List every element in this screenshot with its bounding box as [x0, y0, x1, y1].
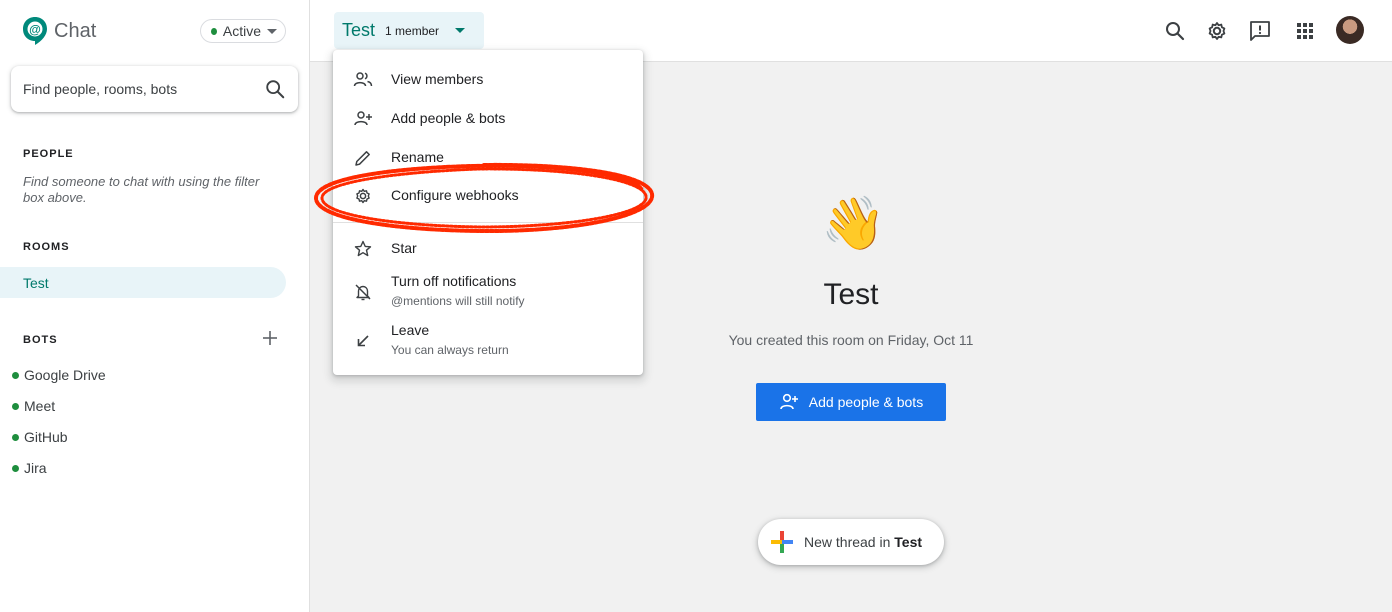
- status-selector[interactable]: Active: [200, 19, 286, 43]
- room-item-label: Test: [23, 274, 49, 291]
- people-hint: Find someone to chat with using the filt…: [23, 174, 260, 205]
- bot-item-github[interactable]: GitHub: [12, 429, 68, 445]
- menu-item-sublabel: @mentions will still notify: [391, 294, 525, 308]
- search-icon[interactable]: [1163, 19, 1187, 43]
- gear-icon[interactable]: [1205, 19, 1229, 43]
- online-dot: [12, 464, 19, 472]
- bot-item-jira[interactable]: Jira: [12, 460, 47, 476]
- star-icon: [354, 240, 372, 257]
- add-people-bots-label: Add people & bots: [808, 394, 924, 410]
- people-icon: [353, 72, 373, 87]
- colorful-plus-icon: [771, 531, 793, 553]
- online-dot: [12, 402, 19, 410]
- menu-item-sublabel: You can always return: [391, 343, 509, 357]
- search-icon[interactable]: [264, 78, 286, 100]
- bot-item-google-drive[interactable]: Google Drive: [12, 367, 106, 383]
- apps-grid-icon[interactable]: [1293, 19, 1317, 43]
- room-item-test[interactable]: Test: [0, 267, 286, 298]
- arrow-down-left-icon: [357, 335, 369, 347]
- menu-item-configure-webhooks[interactable]: Configure webhooks: [333, 184, 643, 208]
- menu-item-label: Rename: [391, 149, 444, 165]
- online-dot: [12, 371, 19, 379]
- chevron-down-icon: [455, 28, 466, 33]
- search-box: [11, 66, 298, 112]
- add-bot-plus-icon[interactable]: [260, 328, 280, 348]
- bots-section-title: BOTS: [23, 334, 58, 346]
- member-count: 1 member: [385, 23, 440, 38]
- menu-item-label: Add people & bots: [391, 110, 506, 126]
- rooms-section-title: ROOMS: [23, 241, 70, 253]
- bot-item-label: Meet: [24, 398, 56, 414]
- room-name: Test: [342, 20, 376, 40]
- status-dot: [211, 27, 217, 35]
- bot-item-label: GitHub: [24, 429, 68, 445]
- bell-off-icon: [355, 284, 371, 301]
- new-thread-label: New thread in Test: [804, 534, 923, 550]
- add-person-icon: [354, 111, 372, 126]
- menu-item-label: View members: [391, 71, 484, 87]
- menu-item-label: Configure webhooks: [391, 187, 519, 203]
- chat-app: @ Chat Active PEOPLE Find someone to cha…: [0, 0, 1392, 612]
- brand-name: Chat: [54, 19, 97, 42]
- room-options-menu: View members Add people & bots Rename Co…: [333, 50, 643, 375]
- pencil-icon: [355, 151, 370, 166]
- room-menu-button[interactable]: Test 1 member: [334, 12, 484, 49]
- menu-item-leave[interactable]: Leave You can always return: [333, 321, 643, 361]
- menu-item-star[interactable]: Star: [333, 237, 643, 261]
- search-input[interactable]: [23, 81, 264, 97]
- add-people-bots-button[interactable]: Add people & bots: [756, 383, 946, 421]
- brand[interactable]: @ Chat: [22, 16, 96, 46]
- chat-logo-icon: @: [23, 17, 47, 45]
- menu-item-label: Leave: [391, 322, 430, 338]
- feedback-icon[interactable]: [1248, 19, 1272, 43]
- waving-hand-emoji: 👋: [821, 195, 886, 253]
- account-avatar[interactable]: [1336, 16, 1364, 44]
- menu-item-view-members[interactable]: View members: [333, 68, 643, 92]
- menu-item-rename[interactable]: Rename: [333, 146, 643, 170]
- chevron-down-icon: [267, 28, 277, 34]
- online-dot: [12, 433, 19, 441]
- gear-icon: [356, 188, 370, 204]
- menu-item-label: Turn off notifications: [391, 273, 517, 289]
- bot-item-label: Jira: [24, 460, 47, 476]
- menu-item-turn-off-notifications[interactable]: Turn off notifications @mentions will st…: [333, 272, 643, 312]
- add-person-icon: [779, 393, 798, 410]
- sidebar: @ Chat Active PEOPLE Find someone to cha…: [0, 0, 310, 612]
- people-section-title: PEOPLE: [23, 148, 74, 160]
- bot-item-label: Google Drive: [24, 367, 106, 383]
- menu-item-label: Star: [391, 240, 417, 256]
- new-thread-button[interactable]: New thread in Test: [758, 519, 944, 565]
- menu-divider: [333, 222, 643, 223]
- bot-item-meet[interactable]: Meet: [12, 398, 55, 414]
- menu-item-add-people-bots[interactable]: Add people & bots: [333, 107, 643, 131]
- status-label: Active: [222, 23, 261, 39]
- svg-text:@: @: [29, 23, 41, 37]
